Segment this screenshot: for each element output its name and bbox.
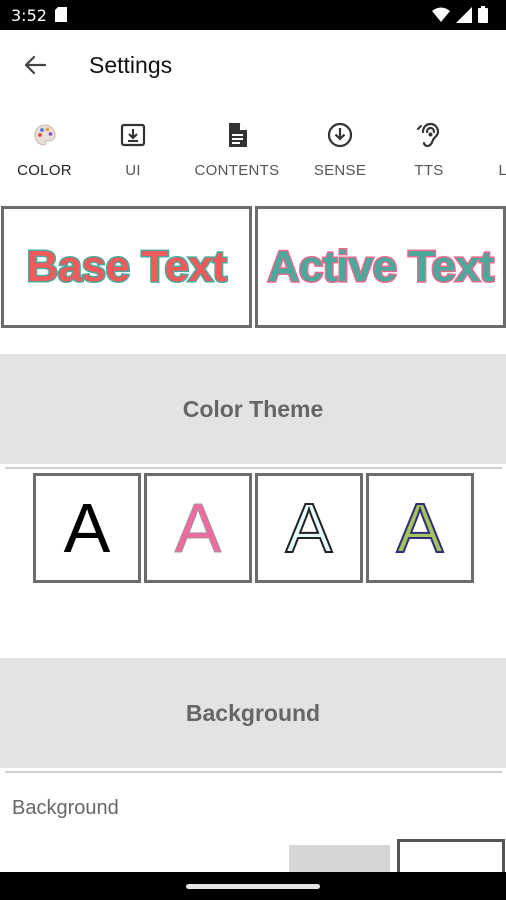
section-title: Background: [185, 699, 321, 726]
theme-option-green[interactable]: A: [366, 473, 474, 583]
active-text-preview[interactable]: Active Text: [255, 206, 506, 328]
theme-option-pink[interactable]: A: [144, 473, 252, 583]
tab-label: COLOR: [17, 162, 72, 179]
ear-icon: [417, 122, 441, 148]
navigation-bar: [0, 872, 506, 900]
divider: [5, 467, 502, 469]
tab-label: CONTENTS: [194, 162, 280, 179]
background-label: Background: [12, 797, 119, 819]
theme-letter: A: [174, 489, 222, 567]
divider: [5, 771, 502, 773]
app-bar: Settings: [0, 30, 506, 100]
tab-sense[interactable]: SENSE: [296, 100, 384, 206]
background-header: Background: [0, 658, 506, 768]
tab-label: LA: [498, 162, 506, 179]
active-text-label: Active Text: [266, 241, 496, 293]
tab-la[interactable]: LA: [478, 100, 506, 206]
theme-letter: A: [285, 489, 334, 567]
tab-contents[interactable]: CONTENTS: [181, 100, 293, 206]
base-text-label: Base Text: [25, 241, 229, 293]
signal-icon: [456, 6, 472, 28]
tab-color[interactable]: COLOR: [0, 100, 89, 206]
theme-option-light[interactable]: A: [255, 473, 363, 583]
background-swatch-gray[interactable]: [289, 845, 390, 872]
back-button[interactable]: [20, 52, 50, 78]
tab-ui[interactable]: UI: [89, 100, 177, 206]
base-text-preview[interactable]: Base Text: [1, 206, 252, 328]
status-time: 3:52: [11, 6, 47, 25]
page-title: Settings: [89, 52, 173, 78]
tab-label: UI: [125, 162, 141, 179]
background-swatch-white[interactable]: [397, 839, 505, 872]
tab-bar: COLOR UI CONTENTS SENSE TTS L: [0, 100, 506, 206]
palette-icon: [33, 122, 57, 148]
color-theme-header: Color Theme: [0, 354, 506, 464]
battery-icon: [478, 6, 488, 28]
document-icon: [227, 122, 247, 148]
tab-label: TTS: [414, 162, 444, 179]
wifi-icon: [432, 7, 450, 28]
theme-letter: A: [396, 489, 445, 567]
sd-card-icon: [55, 7, 67, 27]
tab-tts[interactable]: TTS: [386, 100, 472, 206]
status-icons: [432, 6, 488, 28]
arrow-down-circle-icon: [327, 122, 353, 148]
download-box-icon: [120, 122, 146, 148]
tab-label: SENSE: [313, 162, 367, 179]
theme-letter: A: [63, 489, 111, 567]
arrow-back-icon: [24, 55, 47, 75]
status-bar: 3:52: [0, 0, 506, 30]
home-gesture-handle[interactable]: [186, 884, 320, 889]
section-title: Color Theme: [182, 395, 324, 422]
theme-option-black[interactable]: A: [33, 473, 141, 583]
